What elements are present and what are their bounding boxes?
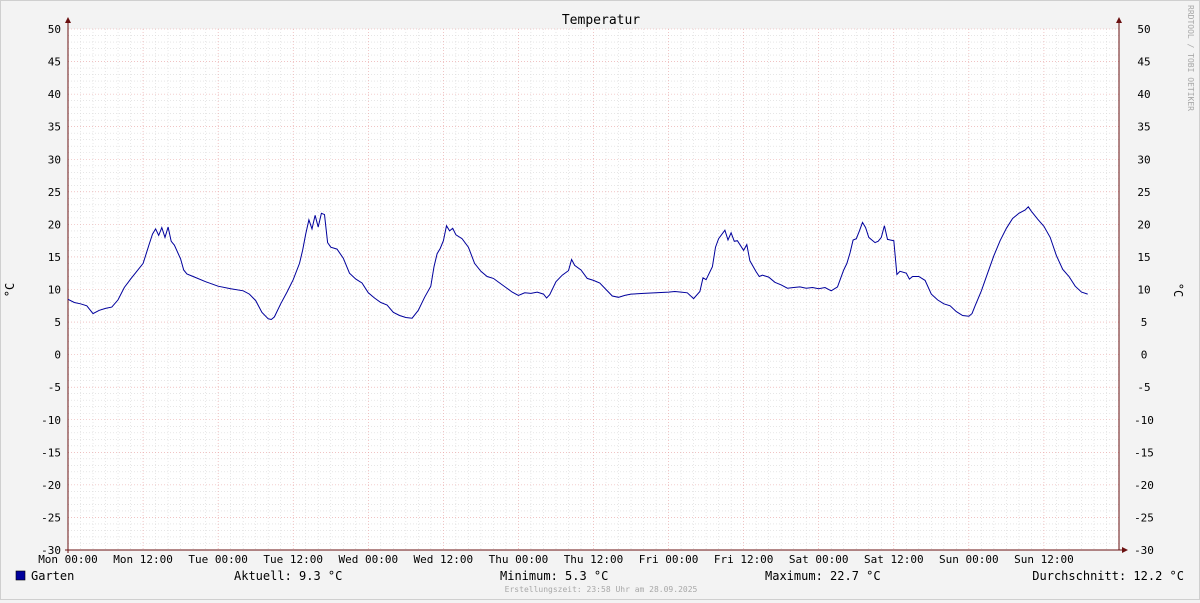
x-tick-label: Sun 00:00: [939, 553, 999, 566]
y-tick-label-right: -25: [1134, 511, 1154, 524]
y-tick-label-right: -10: [1134, 414, 1154, 427]
y-tick-label-right: 10: [1137, 284, 1150, 297]
y-tick-label-right: 20: [1137, 218, 1150, 231]
x-tick-label: Wed 12:00: [414, 553, 474, 566]
legend-maximum: Maximum: 22.7 °C: [765, 569, 881, 583]
legend-current: Aktuell: 9.3 °C: [234, 569, 342, 583]
y-tick-label-right: -15: [1134, 446, 1154, 459]
y-tick-label-right: 50: [1137, 23, 1150, 36]
legend-swatch: [15, 570, 26, 581]
y-tick-label-right: 45: [1137, 56, 1150, 69]
y-tick-label-right: 35: [1137, 121, 1150, 134]
y-axis-label-left: °C: [3, 283, 17, 297]
y-tick-label-left: 5: [54, 316, 61, 329]
y-axis-left-ticks: 50454035302520151050-5-10-15-20-25-30: [41, 23, 61, 557]
y-tick-label-right: -30: [1134, 544, 1154, 557]
x-axis-arrow: [1122, 547, 1128, 553]
y-tick-label-left: 25: [48, 186, 61, 199]
y-tick-label-right: 0: [1141, 349, 1148, 362]
y-tick-label-left: -5: [48, 381, 61, 394]
y-axis-right-ticks: 50454035302520151050-5-10-15-20-25-30: [1134, 23, 1154, 557]
y-tick-label-left: -10: [41, 414, 61, 427]
x-axis-ticks: Mon 00:00 Mon 12:00 Tue 00:00 Tue 12:00 Wed …: [38, 553, 1074, 566]
x-tick-label: Fri 00:00: [639, 553, 699, 566]
y-tick-label-right: 5: [1141, 316, 1148, 329]
y-tick-label-left: -25: [41, 511, 61, 524]
x-tick-label: Tue 12:00: [263, 553, 323, 566]
y-tick-label-right: -20: [1134, 479, 1154, 492]
y-tick-label-left: 40: [48, 88, 61, 101]
y-tick-label-right: 40: [1137, 88, 1150, 101]
y-tick-label-left: 30: [48, 153, 61, 166]
chart-window: 50 45 40 35 30 25 20 15 10 5 0 -5 -10 -15 -20 -25 -30 50…: [0, 0, 1200, 600]
y-tick-label-left: 35: [48, 121, 61, 134]
x-tick-label: Sat 00:00: [789, 553, 849, 566]
x-tick-label: Tue 00:00: [188, 553, 248, 566]
y-tick-label-left: -20: [41, 479, 61, 492]
legend-minimum: Minimum: 5.3 °C: [500, 569, 608, 583]
x-tick-label: Sun 12:00: [1014, 553, 1074, 566]
y-tick-label-left: -15: [41, 446, 61, 459]
temperature-chart: 50454035302520151050-5-10-15-20-25-30 50…: [3, 5, 1195, 594]
y-tick-label-left: 10: [48, 284, 61, 297]
y-tick-label-left: 20: [48, 218, 61, 231]
y-axis-arrow-left: [65, 17, 71, 23]
x-tick-label: Thu 12:00: [564, 553, 624, 566]
x-tick-label: Mon 00:00: [38, 553, 98, 566]
y-axis-arrow-right: [1116, 17, 1122, 23]
y-tick-label-left: 15: [48, 251, 61, 264]
x-tick-label: Wed 00:00: [338, 553, 398, 566]
y-axis-label-right: °C: [1171, 283, 1185, 297]
legend-average: Durchschnitt: 12.2 °C: [1032, 569, 1184, 583]
chart-title: Temperatur: [562, 13, 640, 28]
y-tick-label-left: 0: [54, 349, 61, 362]
y-tick-label-right: -5: [1137, 381, 1150, 394]
x-tick-label: Mon 12:00: [113, 553, 173, 566]
watermark: RRDTOOL / TOBI OETIKER: [1186, 5, 1195, 111]
y-tick-label-right: 15: [1137, 251, 1150, 264]
y-tick-label-left: 50: [48, 23, 61, 36]
x-tick-label: Sat 12:00: [864, 553, 924, 566]
x-tick-label: Fri 12:00: [714, 553, 774, 566]
y-tick-label-right: 30: [1137, 153, 1150, 166]
y-tick-label-right: 25: [1137, 186, 1150, 199]
legend-series-name: Garten: [31, 569, 74, 583]
x-tick-label: Thu 00:00: [489, 553, 549, 566]
footer-timestamp: Erstellungszeit: 23:58 Uhr am 28.09.2025: [505, 585, 698, 594]
y-tick-label-left: 45: [48, 56, 61, 69]
